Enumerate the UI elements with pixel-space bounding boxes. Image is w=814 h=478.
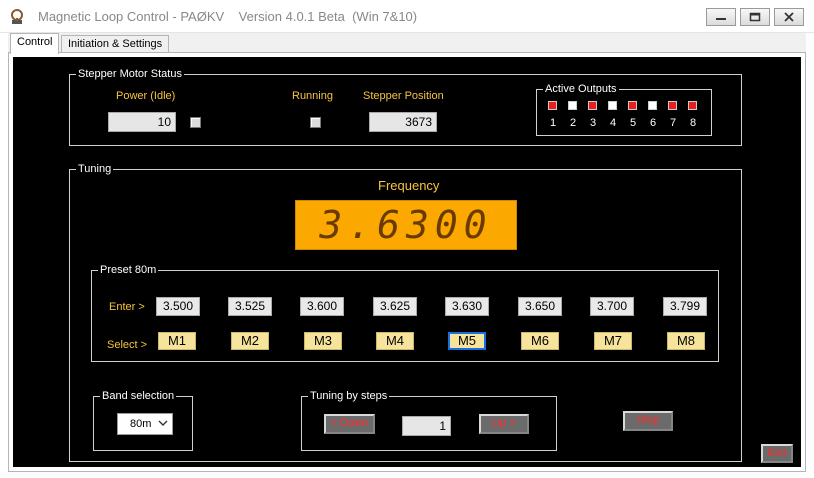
output-led-6 (648, 101, 657, 110)
output-number: 3 (589, 117, 597, 129)
tuning-title: Tuning (76, 162, 114, 176)
band-selection-title: Band selection (100, 389, 177, 403)
memory-button-m2[interactable]: M2 (231, 332, 269, 350)
running-label: Running (292, 90, 333, 102)
output-number: 6 (649, 117, 657, 129)
frequency-label: Frequency (378, 178, 440, 193)
tab-control[interactable]: Control (10, 33, 60, 54)
frequency-value: 3.6300 (319, 203, 493, 247)
power-value-field: 10 (108, 112, 176, 132)
memory-button-m3[interactable]: M3 (304, 332, 342, 350)
stepper-status-group: Stepper Motor Status Power (Idle) 10 Run… (69, 67, 742, 146)
close-icon (784, 12, 794, 22)
output-number: 2 (569, 117, 577, 129)
enter-label: Enter > (109, 301, 145, 313)
preset-value-7[interactable]: 3.700 (590, 297, 634, 316)
power-checkbox[interactable] (190, 117, 201, 128)
output-number: 1 (549, 117, 557, 129)
band-dropdown-value: 80m (130, 418, 152, 430)
stepper-position-label: Stepper Position (363, 90, 444, 102)
tab-initiation-settings[interactable]: Initiation & Settings (61, 35, 170, 53)
preset-value-1[interactable]: 3.500 (156, 297, 200, 316)
memory-button-m8[interactable]: M8 (667, 332, 705, 350)
minimize-button[interactable] (706, 8, 736, 26)
output-led-7 (668, 101, 677, 110)
preset-value-5[interactable]: 3.630 (445, 297, 489, 316)
output-led-8 (688, 101, 697, 110)
preset-title: Preset 80m (98, 263, 159, 277)
output-led-4 (608, 101, 617, 110)
preset-value-3[interactable]: 3.600 (300, 297, 344, 316)
output-led-2 (568, 101, 577, 110)
tab-strip: Control Initiation & Settings (8, 33, 806, 54)
tuning-steps-title: Tuning by steps (308, 389, 390, 403)
title-bar: Magnetic Loop Control - PAØKV Version 4.… (0, 0, 814, 33)
memory-button-m4[interactable]: M4 (376, 332, 414, 350)
running-checkbox[interactable] (310, 117, 321, 128)
window-title: Magnetic Loop Control - PAØKV Version 4.… (38, 9, 418, 24)
stepper-position-field: 3673 (369, 112, 437, 132)
maximize-icon (749, 12, 761, 22)
preset-value-6[interactable]: 3.650 (518, 297, 562, 316)
power-label: Power (Idle) (116, 90, 176, 102)
output-number: 5 (629, 117, 637, 129)
active-outputs-group: Active Outputs 1 2 3 4 5 6 7 8 (536, 82, 712, 136)
active-outputs-title: Active Outputs (543, 82, 619, 96)
preset-value-8[interactable]: 3.799 (663, 297, 707, 316)
output-number: 8 (689, 117, 697, 129)
control-panel-background: Stepper Motor Status Power (Idle) 10 Run… (13, 57, 801, 467)
maximize-button[interactable] (740, 8, 770, 26)
exit-button[interactable]: Exit (761, 444, 793, 463)
control-panel: Stepper Motor Status Power (Idle) 10 Run… (8, 52, 806, 472)
chevron-down-icon (158, 420, 168, 426)
output-led-5 (628, 101, 637, 110)
output-number: 4 (609, 117, 617, 129)
memory-button-m7[interactable]: M7 (594, 332, 632, 350)
step-down-button[interactable]: < Down (324, 414, 375, 434)
memory-button-m6[interactable]: M6 (521, 332, 559, 350)
output-number: 7 (669, 117, 677, 129)
stop-button[interactable]: Stop (623, 411, 673, 431)
stepper-status-title: Stepper Motor Status (76, 67, 184, 81)
memory-button-m5[interactable]: M5 (448, 332, 486, 350)
frequency-display: 3.6300 (295, 200, 517, 250)
output-led-1 (548, 101, 557, 110)
preset-value-4[interactable]: 3.625 (373, 297, 417, 316)
preset-value-2[interactable]: 3.525 (228, 297, 272, 316)
close-button[interactable] (774, 8, 804, 26)
loop-antenna-icon (11, 9, 23, 24)
minimize-icon (716, 18, 726, 20)
memory-button-m1[interactable]: M1 (158, 332, 196, 350)
step-size-field[interactable]: 1 (402, 416, 451, 436)
band-dropdown[interactable]: 80m (117, 413, 173, 435)
select-label: Select > (107, 339, 148, 351)
step-up-button[interactable]: Up > (479, 414, 529, 434)
output-led-3 (588, 101, 597, 110)
